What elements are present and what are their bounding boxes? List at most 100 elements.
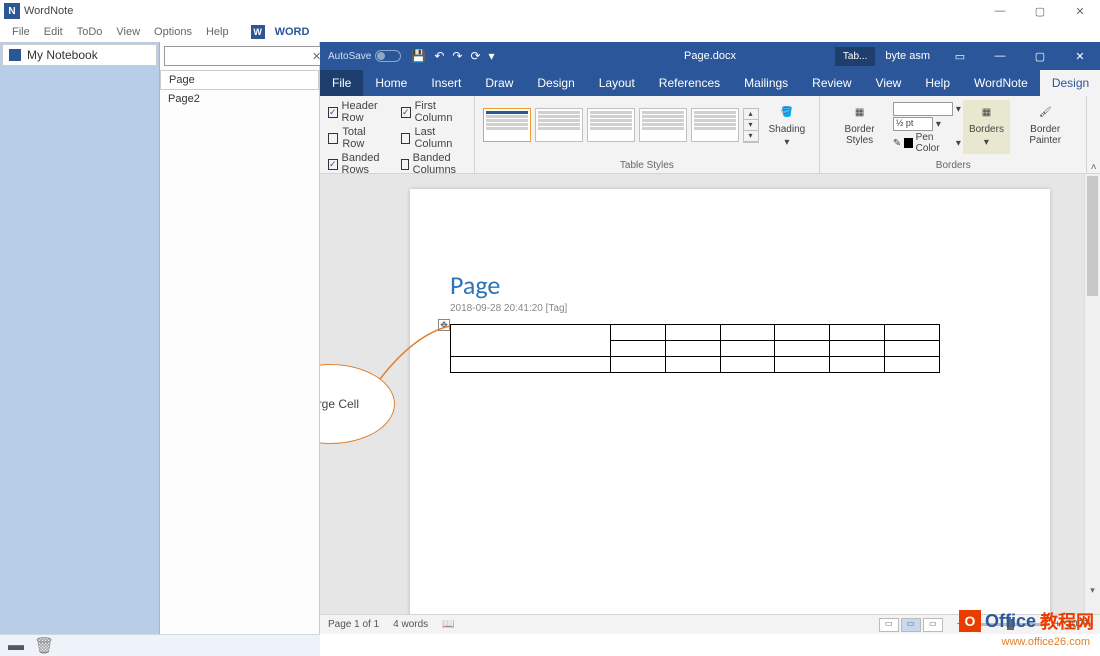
page-item-page2[interactable]: Page2 [160, 90, 319, 108]
ribbon: ✓Header Row ✓First Column Total Row Last… [320, 96, 1100, 174]
table-styles-group: ▴▾▾ 🪣Shading▾ Table Styles [475, 96, 821, 173]
borders-button[interactable]: ▦Borders▾ [963, 100, 1010, 154]
user-name[interactable]: byte asm [875, 50, 940, 62]
proofing-icon[interactable]: 📖 [442, 619, 454, 630]
view-print-button[interactable]: ▭ [901, 618, 921, 632]
view-web-button[interactable]: ▭ [923, 618, 943, 632]
chk-last-column[interactable]: Last Column [401, 126, 465, 150]
chk-header-row[interactable]: ✓Header Row [328, 100, 387, 124]
page-list-pane: ✕ + Page Page2 [160, 42, 320, 634]
scroll-thumb[interactable] [1087, 176, 1098, 296]
tab-design[interactable]: Design [525, 70, 586, 96]
table-style-2[interactable] [535, 108, 583, 142]
table-style-4[interactable] [639, 108, 687, 142]
word-window: AutoSave 💾 ↶ ↷ ⟳ ▾ Page.docx Tab... byte… [320, 42, 1100, 634]
view-buttons: ▭ ▭ ▭ [879, 618, 943, 632]
menu-edit[interactable]: Edit [38, 24, 69, 40]
document-viewport[interactable]: Page 2018-09-28 20:41:20 [Tag] ✥ Merge C… [320, 174, 1100, 614]
chk-total-row[interactable]: Total Row [328, 126, 387, 150]
autosave-toggle[interactable]: AutoSave [328, 50, 401, 62]
page-title[interactable]: Page [450, 269, 1010, 301]
status-words[interactable]: 4 words [393, 619, 428, 630]
chk-banded-rows[interactable]: ✓Banded Rows [328, 152, 387, 176]
page-meta[interactable]: 2018-09-28 20:41:20 [Tag] [450, 303, 1010, 314]
border-painter-button[interactable]: 🖌Border Painter [1012, 100, 1078, 154]
document-page: Page 2018-09-28 20:41:20 [Tag] ✥ Merge C… [410, 189, 1050, 614]
menu-help[interactable]: Help [200, 24, 235, 40]
border-styles-button[interactable]: ▦Border Styles [828, 100, 891, 154]
launch-word-button[interactable]: W WORD [245, 22, 322, 42]
borders-group: ▦Border Styles ▾ ½ pt▾ ✎Pen Color▾ ▦Bord… [820, 96, 1087, 173]
collapse-icon[interactable]: ▬ [8, 637, 24, 655]
chk-banded-columns[interactable]: Banded Columns [401, 152, 465, 176]
document-table[interactable] [450, 324, 940, 373]
vertical-scrollbar[interactable]: ▴ ▾ [1084, 174, 1100, 614]
page-item-page[interactable]: Page [160, 70, 319, 90]
quick-access-toolbar: 💾 ↶ ↷ ⟳ ▾ [411, 49, 494, 63]
wordnote-menubar: File Edit ToDo View Options Help W WORD [0, 22, 1100, 42]
word-minimize-button[interactable]: — [980, 42, 1020, 70]
save-icon[interactable]: 💾 [411, 49, 426, 63]
borders-icon: ▦ [976, 102, 996, 122]
line-style-dropdown[interactable]: ▾ [893, 102, 961, 116]
notebook-item[interactable]: My Notebook [2, 44, 157, 66]
ribbon-tabs: File Home Insert Draw Design Layout Refe… [320, 70, 1100, 96]
page-search-row: ✕ + [160, 42, 319, 70]
tab-view[interactable]: View [864, 70, 914, 96]
tab-table-design[interactable]: Design [1040, 70, 1100, 96]
table-style-1[interactable] [483, 108, 531, 142]
pen-swatch-icon [904, 138, 912, 148]
minimize-button[interactable]: — [980, 0, 1020, 22]
word-maximize-button[interactable]: ▢ [1020, 42, 1060, 70]
menu-view[interactable]: View [110, 24, 146, 40]
word-icon: W [251, 25, 265, 39]
table-style-5[interactable] [691, 108, 739, 142]
word-titlebar: AutoSave 💾 ↶ ↷ ⟳ ▾ Page.docx Tab... byte… [320, 42, 1100, 70]
wordnote-app-icon: N [4, 3, 20, 19]
tab-review[interactable]: Review [800, 70, 863, 96]
tab-file[interactable]: File [320, 70, 363, 96]
chk-first-column[interactable]: ✓First Column [401, 100, 465, 124]
maximize-button[interactable]: ▢ [1020, 0, 1060, 22]
tab-insert[interactable]: Insert [419, 70, 473, 96]
tab-layout[interactable]: Layout [587, 70, 647, 96]
callout-annotation: Merge Cell [320, 364, 395, 444]
pen-color-dropdown[interactable]: ✎Pen Color▾ [893, 132, 961, 154]
styles-gallery-nav[interactable]: ▴▾▾ [743, 108, 759, 143]
tab-references[interactable]: References [647, 70, 732, 96]
bucket-icon: 🪣 [777, 102, 797, 122]
toggle-icon [375, 50, 401, 62]
view-read-button[interactable]: ▭ [879, 618, 899, 632]
tab-wordnote[interactable]: WordNote [962, 70, 1040, 96]
wordnote-title: WordNote [24, 5, 73, 17]
undo-icon[interactable]: ↶ [434, 49, 444, 63]
painter-icon: 🖌 [1035, 102, 1055, 122]
page-search-input[interactable] [164, 46, 328, 66]
close-button[interactable]: ✕ [1060, 0, 1100, 22]
status-page[interactable]: Page 1 of 1 [328, 619, 379, 630]
tab-draw[interactable]: Draw [473, 70, 525, 96]
menu-file[interactable]: File [6, 24, 36, 40]
table-style-options-group: ✓Header Row ✓First Column Total Row Last… [320, 96, 475, 173]
menu-options[interactable]: Options [148, 24, 198, 40]
word-close-button[interactable]: ✕ [1060, 42, 1100, 70]
trash-icon[interactable]: 🗑 [34, 636, 54, 656]
qat-dropdown-icon[interactable]: ▾ [489, 49, 495, 63]
shading-button[interactable]: 🪣Shading▾ [763, 100, 812, 150]
tab-mailings[interactable]: Mailings [732, 70, 800, 96]
watermark-logo: O Office教程网 [959, 608, 1094, 634]
collapse-ribbon-button[interactable]: ˄ [1087, 96, 1100, 173]
scroll-down-icon[interactable]: ▾ [1085, 582, 1100, 598]
watermark-url: www.office26.com [1002, 636, 1090, 648]
office-icon: O [959, 610, 981, 632]
notebook-icon [9, 49, 21, 61]
menu-todo[interactable]: ToDo [71, 24, 109, 40]
line-weight-dropdown[interactable]: ½ pt▾ [893, 117, 961, 131]
ribbon-options-button[interactable]: ▭ [940, 42, 980, 70]
refresh-icon[interactable]: ⟳ [470, 49, 480, 63]
table-tools-label: Tab... [835, 47, 875, 66]
tab-home[interactable]: Home [363, 70, 419, 96]
table-style-3[interactable] [587, 108, 635, 142]
tab-help[interactable]: Help [913, 70, 962, 96]
redo-icon[interactable]: ↷ [452, 49, 462, 63]
